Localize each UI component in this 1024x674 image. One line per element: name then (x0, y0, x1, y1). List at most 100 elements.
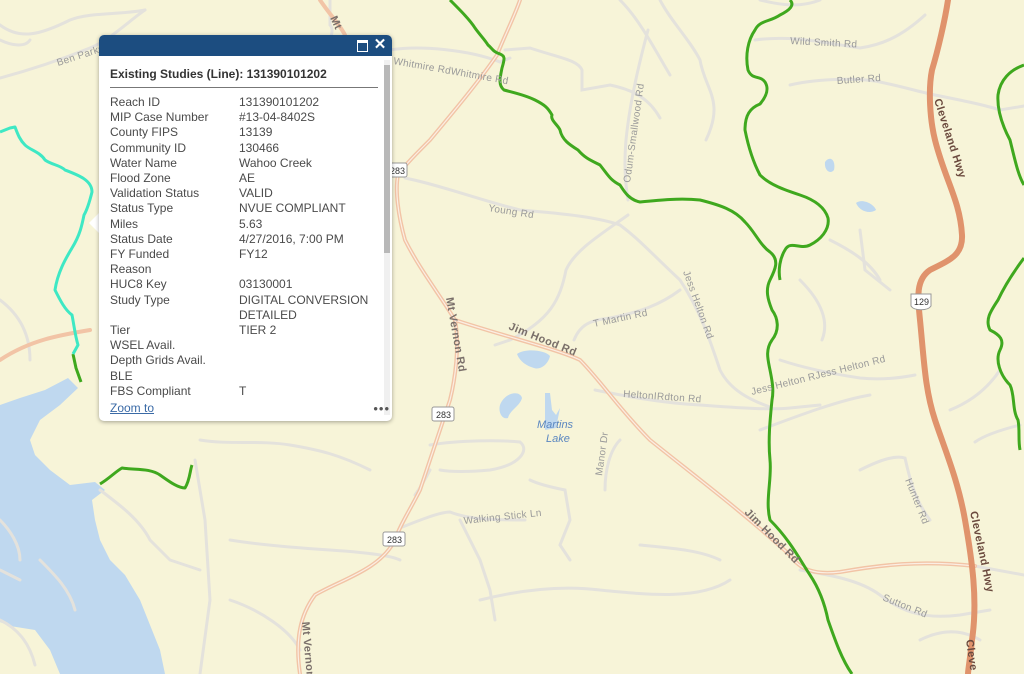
svg-text:283: 283 (387, 535, 402, 545)
attribute-value: 13139 (239, 125, 273, 140)
attribute-value (239, 338, 382, 353)
attribute-key: Validation Status (110, 186, 200, 201)
shield-us129: 129 (910, 293, 932, 311)
popup-scrollbar[interactable] (384, 60, 390, 415)
attribute-key: Reason (110, 262, 152, 277)
attribute-key (110, 308, 239, 323)
zoom-to-link[interactable]: Zoom to (110, 401, 154, 415)
attribute-row: Flood Zone AE (110, 171, 382, 186)
svg-text:Manor Dr: Manor Dr (594, 431, 611, 477)
attribute-key: County FIPS (110, 125, 179, 140)
attribute-value: AE (239, 171, 256, 186)
attribute-row: FY Funded FY12 (110, 247, 382, 262)
attribute-value: Wahoo Creek (239, 155, 312, 170)
attribute-key: Community ID (110, 140, 187, 155)
attribute-key: FBS Compliant (110, 383, 191, 398)
attribute-key: Reach ID (110, 95, 161, 109)
svg-text:T Martin Rd: T Martin Rd (592, 308, 648, 330)
attribute-value (239, 369, 382, 384)
svg-text:129: 129 (914, 297, 929, 307)
boundary-w-end (71, 353, 83, 383)
attribute-row: Community ID 130466 (110, 141, 382, 156)
svg-text:Hunter Rd: Hunter Rd (902, 477, 930, 526)
attribute-key: FY Funded (110, 247, 170, 262)
attribute-row: Reach ID 131390101202 (110, 95, 382, 110)
attribute-key: MIP Case Number (110, 110, 209, 125)
attribute-row: MIP Case Number #13-04-8402S (110, 110, 382, 125)
maximize-icon[interactable] (356, 38, 370, 52)
attribute-value: 130466 (239, 140, 280, 155)
pond (499, 393, 522, 419)
attribute-value: 131390101202 (239, 95, 320, 109)
attribute-key: BLE (110, 368, 133, 383)
attribute-row: Status Type NVUE COMPLIANT (110, 201, 382, 216)
popup-title: Existing Studies (Line): 131390101202 (110, 67, 378, 88)
attribute-value (239, 353, 382, 368)
attribute-value: NVUE COMPLIANT (239, 201, 346, 216)
attribute-row: Reason (110, 262, 382, 277)
attribute-value: #13-04-8402S (239, 110, 316, 125)
svg-text:Lake: Lake (546, 433, 570, 445)
attribute-key: Depth Grids Avail. (110, 353, 206, 368)
feature-popup: ✕ Existing Studies (Line): 131390101202 … (99, 35, 392, 421)
pond (517, 350, 550, 369)
boundary-far-east (986, 63, 1024, 451)
svg-text:Sutton Rd: Sutton Rd (881, 593, 929, 621)
water-labels: Martins Lake (537, 419, 574, 445)
attribute-key: Miles (110, 216, 139, 231)
attribute-value: 4/27/2016, 7:00 PM (239, 231, 344, 246)
shield-sr283: 283 (382, 531, 406, 547)
svg-text:Cleve: Cleve (963, 639, 979, 672)
attribute-table: Reach ID 131390101202 MIP Case Number #13-0… (110, 95, 382, 399)
svg-text:Mt Vernon: Mt Vernon (299, 621, 316, 674)
shield-sr283: 283 (431, 406, 455, 422)
svg-text:Jess Helton Rd: Jess Helton Rd (680, 269, 715, 340)
svg-text:Mt Vernon Rd: Mt Vernon Rd (443, 296, 468, 373)
popup-body: Existing Studies (Line): 131390101202 Re… (99, 56, 382, 421)
attribute-value: DETAILED (239, 307, 297, 322)
svg-text:Walking Stick Ln: Walking Stick Ln (463, 508, 542, 527)
svg-text:Young Rd: Young Rd (488, 203, 535, 221)
svg-text:Jim Hood Rd: Jim Hood Rd (742, 507, 802, 567)
attribute-row: FBS Compliant T (110, 384, 382, 399)
attribute-key: Flood Zone (110, 171, 171, 186)
attribute-key: Tier (110, 323, 131, 338)
attribute-row: Study Type DIGITAL CONVERSION (110, 293, 382, 308)
attribute-row: Miles 5.63 (110, 217, 382, 232)
attribute-key: Status Date (110, 231, 173, 246)
svg-text:Martins: Martins (537, 419, 574, 431)
selected-creek-line[interactable] (0, 125, 94, 355)
attribute-row: Tier TIER 2 (110, 323, 382, 338)
popup-header: ✕ (99, 35, 392, 56)
attribute-row: HUC8 Key 03130001 (110, 277, 382, 292)
pond (856, 201, 876, 212)
attribute-value: TIER 2 (239, 323, 277, 338)
attribute-key: Status Type (110, 201, 174, 216)
attribute-row: DETAILED (110, 308, 382, 323)
attribute-row: WSEL Avail. (110, 338, 382, 353)
svg-text:Wild Smith Rd: Wild Smith Rd (790, 36, 858, 51)
scrollbar-thumb[interactable] (384, 65, 390, 253)
more-actions-icon[interactable]: ••• (373, 402, 390, 415)
attribute-value: T (239, 383, 247, 398)
attribute-row: Water Name Wahoo Creek (110, 156, 382, 171)
attribute-value: VALID (239, 186, 273, 201)
boundary-sw (99, 464, 194, 490)
attribute-row: BLE (110, 369, 382, 384)
attribute-key: HUC8 Key (110, 277, 167, 292)
attribute-key: Study Type (110, 292, 170, 307)
attribute-value: DIGITAL CONVERSION (239, 292, 369, 307)
svg-text:283: 283 (390, 166, 405, 176)
attribute-key: WSEL Avail. (110, 338, 176, 353)
attribute-row: Status Date 4/27/2016, 7:00 PM (110, 232, 382, 247)
attribute-row: County FIPS 13139 (110, 125, 382, 140)
attribute-value (239, 262, 382, 277)
attribute-value: 5.63 (239, 216, 263, 231)
attribute-key: Water Name (110, 155, 177, 170)
attribute-row: Depth Grids Avail. (110, 353, 382, 368)
close-icon[interactable]: ✕ (373, 37, 387, 52)
attribute-value: 03130001 (239, 277, 293, 292)
svg-text:HeltonIRdton Rd: HeltonIRdton Rd (623, 389, 702, 405)
pond (824, 158, 835, 173)
attribute-value: FY12 (239, 247, 268, 262)
